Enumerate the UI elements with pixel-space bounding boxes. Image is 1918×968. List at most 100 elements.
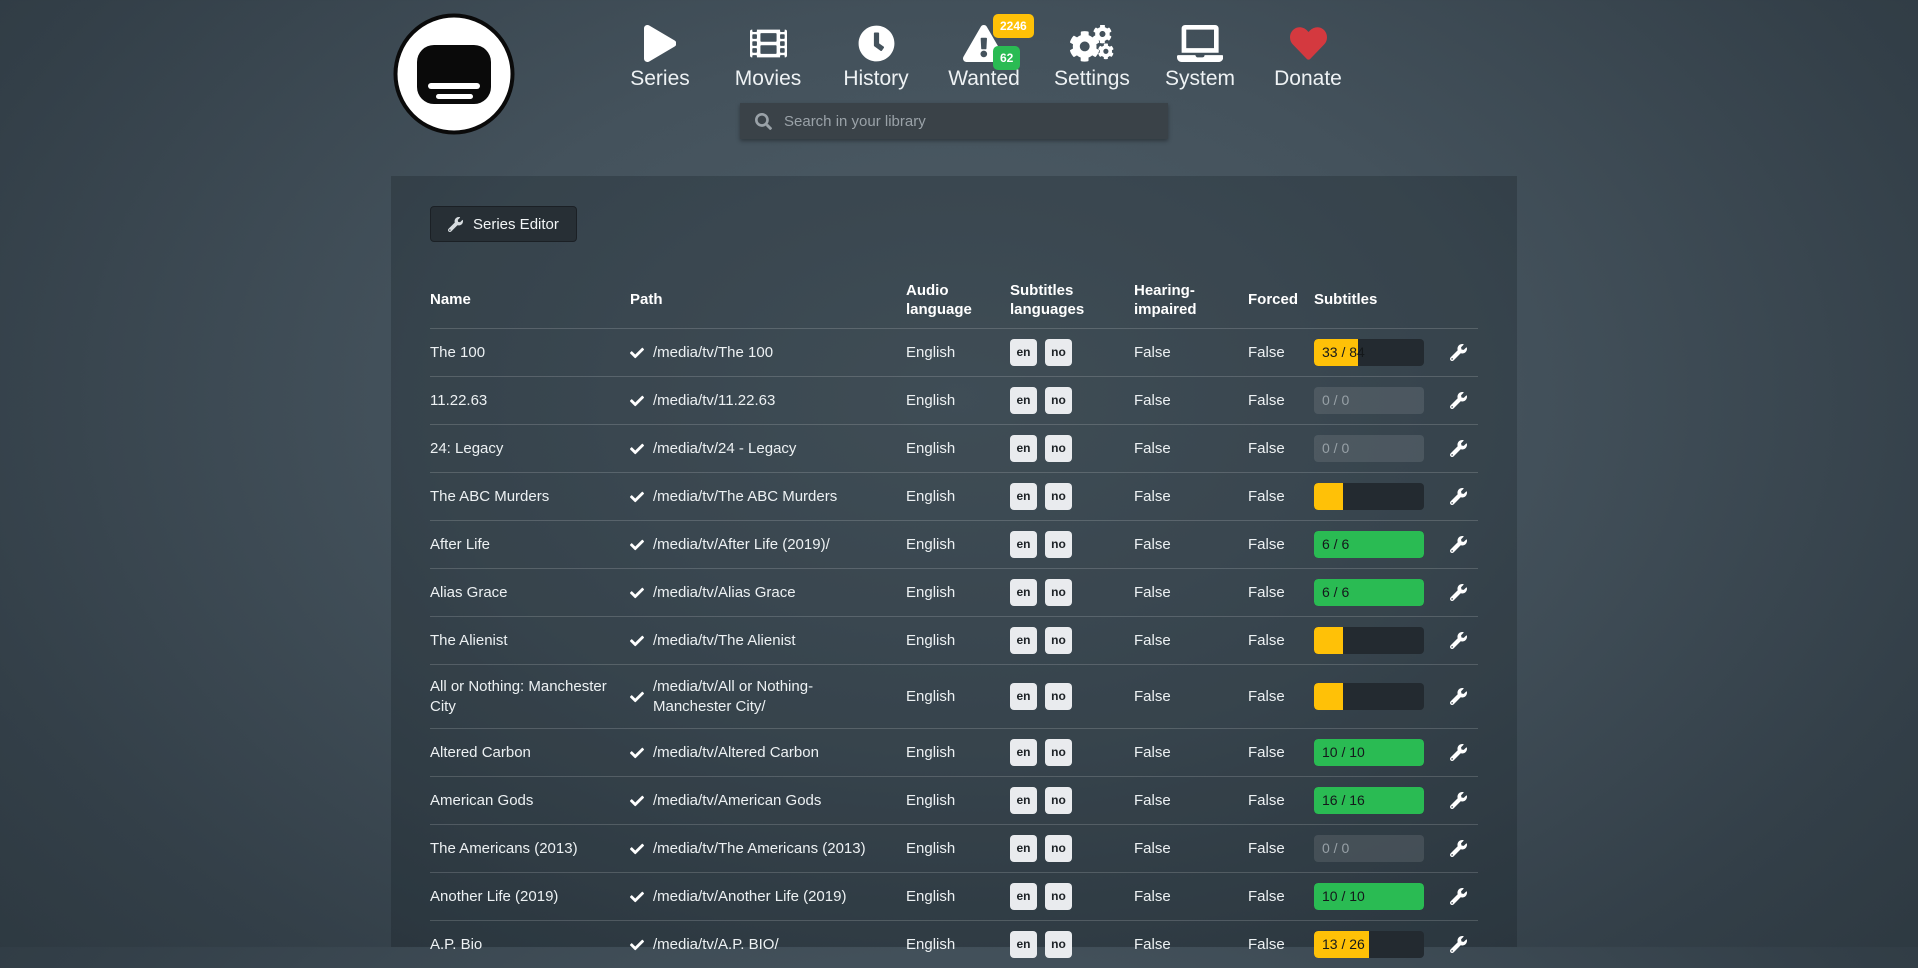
language-badge: no xyxy=(1045,835,1072,863)
series-editor-button[interactable]: Series Editor xyxy=(430,206,577,242)
edit-series-button[interactable] xyxy=(1450,688,1467,705)
progress-label: 13 / 26 xyxy=(1322,931,1365,958)
table-row: All or Nothing: Manchester City/media/tv… xyxy=(430,664,1478,728)
column-header-hearing-impaired: Hearing-impaired xyxy=(1134,281,1248,320)
language-badge: en xyxy=(1010,435,1037,463)
progress-label: 0 / 0 xyxy=(1322,435,1349,462)
series-path: /media/tv/11.22.63 xyxy=(630,391,906,411)
row-actions xyxy=(1438,536,1478,553)
wrench-icon xyxy=(1450,936,1467,953)
hearing-impaired-value: False xyxy=(1134,791,1248,811)
edit-series-button[interactable] xyxy=(1450,584,1467,601)
series-path: /media/tv/Another Life (2019) xyxy=(630,887,906,907)
edit-series-button[interactable] xyxy=(1450,840,1467,857)
row-actions xyxy=(1438,440,1478,457)
edit-series-button[interactable] xyxy=(1450,888,1467,905)
series-path: /media/tv/Alias Grace xyxy=(630,583,906,603)
series-name: The Alienist xyxy=(430,631,630,651)
row-actions xyxy=(1438,488,1478,505)
forced-value: False xyxy=(1248,343,1314,363)
nav-item-movies[interactable]: Movies xyxy=(714,12,822,91)
progress-label: 6 / 6 xyxy=(1322,579,1349,606)
forced-value: False xyxy=(1248,687,1314,707)
series-path: /media/tv/All or Nothing- Manchester Cit… xyxy=(630,677,906,716)
forced-value: False xyxy=(1248,887,1314,907)
laptop-icon xyxy=(1177,25,1223,62)
subtitles-cell: 0 / 0 xyxy=(1314,435,1438,462)
hearing-impaired-value: False xyxy=(1134,343,1248,363)
subtitles-cell: 33 / 84 xyxy=(1314,339,1438,366)
wrench-icon xyxy=(1450,488,1467,505)
forced-value: False xyxy=(1248,439,1314,459)
main-navigation: Series Movies HistoryWanted224662SettingsS… xyxy=(606,12,1362,91)
language-badge: no xyxy=(1045,883,1072,911)
wrench-icon xyxy=(1450,632,1467,649)
hearing-impaired-value: False xyxy=(1134,391,1248,411)
edit-series-button[interactable] xyxy=(1450,744,1467,761)
progress-label: 6 / 6 xyxy=(1322,531,1349,558)
hearing-impaired-value: False xyxy=(1134,535,1248,555)
nav-item-wanted[interactable]: Wanted224662 xyxy=(930,12,1038,91)
series-path: /media/tv/After Life (2019)/ xyxy=(630,535,906,555)
wrench-icon xyxy=(1450,888,1467,905)
nav-item-history[interactable]: History xyxy=(822,12,930,91)
edit-series-button[interactable] xyxy=(1450,536,1467,553)
hearing-impaired-value: False xyxy=(1134,887,1248,907)
hearing-impaired-value: False xyxy=(1134,687,1248,707)
nav-label: Movies xyxy=(735,67,802,91)
wanted-badge-success: 62 xyxy=(993,46,1020,70)
edit-series-button[interactable] xyxy=(1450,440,1467,457)
series-path: /media/tv/24 - Legacy xyxy=(630,439,906,459)
progress-fill xyxy=(1314,627,1343,654)
language-badge: en xyxy=(1010,483,1037,511)
series-path: /media/tv/A.P. BIO/ xyxy=(630,935,906,955)
audio-language: English xyxy=(906,935,1010,955)
subtitles-progress-bar xyxy=(1314,627,1424,654)
series-path: /media/tv/The Alienist xyxy=(630,631,906,651)
subtitles-cell xyxy=(1314,483,1438,510)
hearing-impaired-value: False xyxy=(1134,839,1248,859)
row-actions xyxy=(1438,688,1478,705)
subtitles-languages: enno xyxy=(1010,835,1134,863)
wrench-icon xyxy=(1450,744,1467,761)
language-badge: en xyxy=(1010,931,1037,959)
edit-series-button[interactable] xyxy=(1450,344,1467,361)
progress-label: 16 / 16 xyxy=(1322,787,1365,814)
table-row: A.P. Bio/media/tv/A.P. BIO/EnglishennoFa… xyxy=(430,920,1478,968)
forced-value: False xyxy=(1248,535,1314,555)
hearing-impaired-value: False xyxy=(1134,439,1248,459)
subtitles-cell: 6 / 6 xyxy=(1314,531,1438,558)
nav-item-system[interactable]: System xyxy=(1146,12,1254,91)
audio-language: English xyxy=(906,391,1010,411)
language-badge: no xyxy=(1045,339,1072,367)
nav-item-settings[interactable]: Settings xyxy=(1038,12,1146,91)
nav-item-donate[interactable]: Donate xyxy=(1254,12,1362,91)
bazarr-logo[interactable] xyxy=(392,12,516,136)
language-badge: en xyxy=(1010,627,1037,655)
edit-series-button[interactable] xyxy=(1450,792,1467,809)
heart-icon xyxy=(1290,25,1327,62)
forced-value: False xyxy=(1248,487,1314,507)
check-icon xyxy=(630,442,644,456)
language-badge: no xyxy=(1045,579,1072,607)
row-actions xyxy=(1438,888,1478,905)
table-row: Another Life (2019)/media/tv/Another Lif… xyxy=(430,872,1478,920)
audio-language: English xyxy=(906,743,1010,763)
audio-language: English xyxy=(906,487,1010,507)
check-icon xyxy=(630,346,644,360)
edit-series-button[interactable] xyxy=(1450,488,1467,505)
nav-item-series[interactable]: Series xyxy=(606,12,714,91)
audio-language: English xyxy=(906,839,1010,859)
tv-subtitles-logo-icon xyxy=(392,12,516,136)
search-input[interactable] xyxy=(782,112,1168,131)
hearing-impaired-value: False xyxy=(1134,935,1248,955)
progress-fill xyxy=(1314,483,1343,510)
wrench-icon xyxy=(1450,392,1467,409)
content-panel: Series Editor NamePathAudio languageSubt… xyxy=(391,176,1517,947)
check-icon xyxy=(630,842,644,856)
language-badge: no xyxy=(1045,787,1072,815)
edit-series-button[interactable] xyxy=(1450,632,1467,649)
edit-series-button[interactable] xyxy=(1450,936,1467,953)
edit-series-button[interactable] xyxy=(1450,392,1467,409)
subtitles-cell: 0 / 0 xyxy=(1314,387,1438,414)
